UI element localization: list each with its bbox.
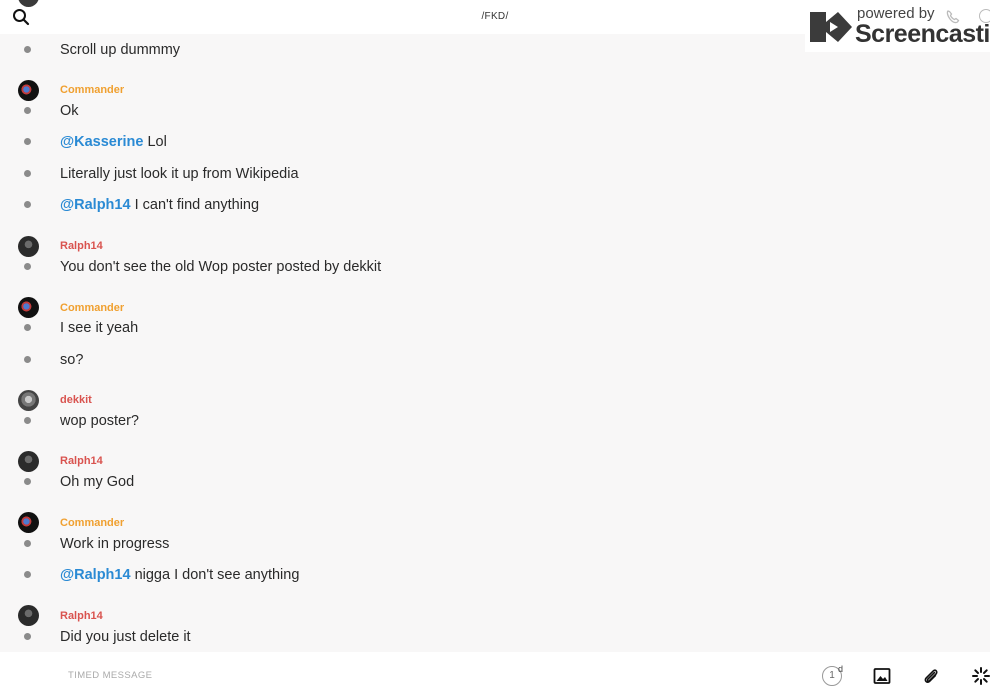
bullet-dot	[24, 170, 31, 177]
message-text: Scroll up dummmy	[60, 42, 181, 58]
bullet-dot	[24, 633, 31, 640]
message-text: I see it yeah	[60, 320, 139, 336]
composer-bar: TIMED MESSAGE 1 d	[0, 652, 990, 700]
mention-link[interactable]: @Ralph14	[60, 197, 131, 213]
message-row: @Kasserine Lol	[0, 132, 800, 152]
bullet-dot	[24, 540, 31, 547]
message-row: @Ralph14 I can't find anything	[0, 195, 800, 215]
message-text: @Ralph14 I can't find anything	[60, 195, 259, 215]
message-row: Did you just delete it	[0, 627, 800, 647]
message-text: Literally just look it up from Wikipedia	[60, 166, 299, 182]
bullet-dot	[24, 107, 31, 114]
message-text: @Ralph14 nigga I don't see anything	[60, 565, 299, 585]
info-icon[interactable]	[979, 9, 990, 23]
message-row: You don't see the old Wop poster posted …	[0, 257, 800, 277]
message-row: Work in progress	[0, 534, 800, 554]
message-text: Did you just delete it	[60, 629, 191, 645]
message-row: Literally just look it up from Wikipedia	[0, 164, 800, 184]
bullet-dot	[24, 417, 31, 424]
bullet-dot	[24, 571, 31, 578]
avatar-commander[interactable]	[18, 297, 39, 318]
image-icon[interactable]	[872, 666, 892, 686]
timed-message-input[interactable]: TIMED MESSAGE	[68, 670, 152, 681]
avatar-ralph14[interactable]	[18, 451, 39, 472]
avatar-ralph14[interactable]	[18, 236, 39, 257]
author-name[interactable]: dekkit	[60, 394, 92, 406]
message-text: Oh my God	[60, 474, 135, 490]
message-row: so?	[0, 350, 800, 370]
message-text: You don't see the old Wop poster posted …	[60, 259, 382, 275]
message-text: wop poster?	[60, 413, 139, 429]
avatar-commander[interactable]	[18, 512, 39, 533]
author-name[interactable]: Commander	[60, 302, 124, 314]
screencastify-watermark: powered by Screencastify	[805, 2, 990, 52]
message-body: I can't find anything	[130, 197, 260, 213]
bullet-dot	[24, 201, 31, 208]
message-row: @Ralph14 nigga I don't see anything	[0, 565, 800, 585]
avatar-dekkit[interactable]	[18, 390, 39, 411]
watermark-brand: Screencastify	[855, 20, 990, 48]
author-name[interactable]: Commander	[60, 517, 124, 529]
avatar-ralph14[interactable]	[18, 605, 39, 626]
message-body: nigga I don't see anything	[130, 567, 300, 583]
message-text: @Kasserine Lol	[60, 132, 167, 152]
bullet-dot	[24, 356, 31, 363]
message-row: I see it yeah	[0, 318, 800, 338]
message-text: so?	[60, 352, 84, 368]
message-feed[interactable]: Scroll up dummmy Commander Ok @Kasserine…	[0, 0, 990, 652]
paperclip-icon[interactable]	[921, 666, 941, 686]
author-name[interactable]: Ralph14	[60, 455, 103, 467]
avatar-commander[interactable]	[18, 80, 39, 101]
bullet-dot	[24, 478, 31, 485]
message-row: Oh my God	[0, 472, 800, 492]
screencastify-logo-icon	[810, 12, 852, 42]
phone-icon[interactable]	[945, 9, 961, 25]
loading-spinner-icon[interactable]	[971, 666, 990, 686]
message-row: wop poster?	[0, 411, 800, 431]
bullet-dot	[24, 138, 31, 145]
author-name[interactable]: Ralph14	[60, 240, 103, 252]
mention-link[interactable]: @Ralph14	[60, 567, 131, 583]
bullet-dot	[24, 46, 31, 53]
avatar	[18, 0, 39, 7]
message-text: Ok	[60, 103, 79, 119]
timer-unit: d	[838, 664, 844, 674]
bullet-dot	[24, 263, 31, 270]
author-name[interactable]: Ralph14	[60, 610, 103, 622]
message-row: Scroll up dummmy	[0, 40, 800, 60]
author-name[interactable]: Commander	[60, 84, 124, 96]
message-body: Lol	[143, 134, 167, 150]
message-text: Work in progress	[60, 536, 170, 552]
message-row: Ok	[0, 101, 800, 121]
mention-link[interactable]: @Kasserine	[60, 134, 143, 150]
bullet-dot	[24, 324, 31, 331]
